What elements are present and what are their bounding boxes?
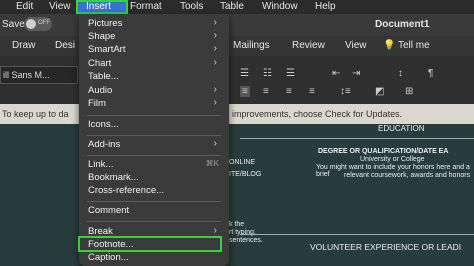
menu-item-label: Audio (88, 85, 113, 96)
menu-item-label: Film (88, 98, 106, 109)
menu-separator (87, 201, 221, 202)
chevron-right-icon: › (213, 97, 217, 108)
bullets-icon[interactable]: ☰ (240, 68, 249, 79)
menu-edit[interactable]: Edit (16, 1, 33, 12)
menu-table[interactable]: Table (220, 1, 244, 12)
menu-item-caption[interactable]: Caption... (79, 251, 229, 265)
menu-view[interactable]: View (49, 1, 71, 12)
update-notice-bar: To keep up to da improvements, choose Ch… (0, 104, 474, 124)
menu-separator (87, 221, 221, 222)
menu-item-label: Bookmark... (88, 172, 139, 183)
tab-view[interactable]: View (345, 40, 367, 51)
justify-icon[interactable]: ≡ (309, 86, 315, 97)
numbering-icon[interactable]: ☷ (263, 68, 272, 79)
toggle-knob (26, 19, 36, 29)
lightbulb-icon: 💡 (383, 40, 396, 51)
paragraph-marks-icon[interactable]: ¶ (428, 68, 433, 79)
menu-item-label: Cross-reference... (88, 185, 165, 196)
increase-indent-icon[interactable]: ⇥ (352, 68, 360, 79)
chevron-right-icon: › (213, 43, 217, 54)
ribbon-tabs: Draw Desi Mailings Review View 💡 Tell me (0, 36, 474, 56)
document-title: Document1 (375, 19, 430, 30)
degree-line: DEGREE OR QUALIFICATION/DATE EA (318, 148, 449, 155)
shortcut-label: ⌘K (205, 159, 219, 168)
decrease-indent-icon[interactable]: ⇤ (332, 68, 340, 79)
ribbon-toolbar: ill Sans M... ☰ ☷ ☰ ⇤ ⇥ ↕ ¶ ≡ ≡ ≡ ≡ ↕≡ ◩… (0, 56, 474, 104)
align-left-icon[interactable]: ≡ (240, 86, 250, 97)
left-column-5: sentences. (229, 237, 263, 244)
menu-item-label: Caption... (88, 252, 129, 263)
tab-mailings[interactable]: Mailings (233, 40, 270, 51)
notice-text-right: improvements, choose Check for Updates. (232, 109, 403, 119)
menu-tools[interactable]: Tools (180, 1, 203, 12)
tab-design[interactable]: Desi (55, 40, 75, 51)
menu-item-label: SmartArt (88, 44, 126, 55)
volunteer-heading: VOLUNTEER EXPERIENCE OR LEADI (310, 242, 462, 252)
menu-item-label: Icons... (88, 119, 119, 130)
left-column-2: ITE/BLOG (229, 171, 262, 178)
tab-draw[interactable]: Draw (12, 40, 35, 51)
menu-item-label: Table... (88, 71, 119, 82)
menu-item-label: Pictures (88, 18, 123, 29)
left-column-1: ONLINE (229, 159, 256, 166)
chevron-right-icon: › (213, 225, 217, 236)
chevron-right-icon: › (213, 138, 217, 149)
footnote-highlight (78, 236, 222, 252)
menu-item-chart[interactable]: Chart › (79, 57, 229, 71)
menu-item-film[interactable]: Film › (79, 97, 229, 111)
menu-item-table[interactable]: Table... (79, 70, 229, 84)
multilevel-list-icon[interactable]: ☰ (286, 68, 295, 79)
chevron-right-icon: › (213, 30, 217, 41)
align-center-icon[interactable]: ≡ (263, 86, 269, 97)
menu-format[interactable]: Format (130, 1, 162, 12)
menu-item-comment[interactable]: Comment (79, 204, 229, 218)
notice-text-left: To keep up to da (2, 109, 69, 119)
chevron-right-icon: › (213, 84, 217, 95)
menu-window[interactable]: Window (262, 1, 298, 12)
menu-item-bookmark[interactable]: Bookmark... (79, 171, 229, 185)
line-spacing-icon[interactable]: ↕≡ (340, 86, 351, 97)
autosave-label: Save (2, 19, 25, 30)
menu-item-add-ins[interactable]: Add-ins › (79, 138, 229, 152)
menu-item-label: Add-ins (88, 139, 121, 150)
menu-separator (87, 155, 221, 156)
borders-icon[interactable]: ⊞ (405, 86, 413, 97)
chevron-right-icon: › (213, 57, 217, 68)
menu-item-pictures[interactable]: Pictures › (79, 17, 229, 31)
education-heading: EDUCATION (378, 124, 425, 133)
left-column-3: k the (229, 221, 245, 228)
menu-item-audio[interactable]: Audio › (79, 84, 229, 98)
document-canvas[interactable]: EDUCATION DEGREE OR QUALIFICATION/DATE E… (0, 124, 474, 266)
menu-item-label: Chart (88, 58, 112, 69)
align-right-icon[interactable]: ≡ (286, 86, 292, 97)
menu-item-label: Link... (88, 159, 114, 170)
university-line: University or College (360, 156, 425, 163)
font-name-box[interactable]: ill Sans M... (0, 66, 78, 84)
menu-separator (87, 135, 221, 136)
menu-bar: Edit View Insert Format Tools Table Wind… (0, 0, 474, 14)
divider (240, 138, 474, 139)
shading-icon[interactable]: ◩ (375, 86, 384, 97)
chevron-right-icon: › (213, 17, 217, 28)
divider (240, 234, 474, 235)
menu-insert[interactable]: Insert (86, 1, 111, 12)
menu-item-label: Comment (88, 205, 130, 216)
tell-me-search[interactable]: Tell me (398, 40, 430, 51)
menu-item-shape[interactable]: Shape › (79, 30, 229, 44)
menu-item-icons[interactable]: Icons... (79, 118, 229, 132)
insert-dropdown-menu: Pictures › Shape › SmartArt › Chart › Table.… (79, 14, 229, 266)
menu-separator (87, 115, 221, 116)
menu-help[interactable]: Help (315, 1, 336, 12)
toggle-label: OFF (38, 20, 50, 26)
menu-item-cross-reference[interactable]: Cross-reference... (79, 184, 229, 198)
tab-review[interactable]: Review (292, 40, 325, 51)
education-detail-2: relevant coursework, awards and honors (344, 172, 471, 179)
title-bar: Save Document1 (0, 14, 474, 36)
sort-icon[interactable]: ↕ (398, 68, 403, 79)
autosave-toggle[interactable]: OFF (24, 17, 52, 31)
menu-item-smartart[interactable]: SmartArt › (79, 43, 229, 57)
menu-item-label: Shape (88, 31, 116, 42)
menu-item-link[interactable]: Link... ⌘K (79, 158, 229, 172)
